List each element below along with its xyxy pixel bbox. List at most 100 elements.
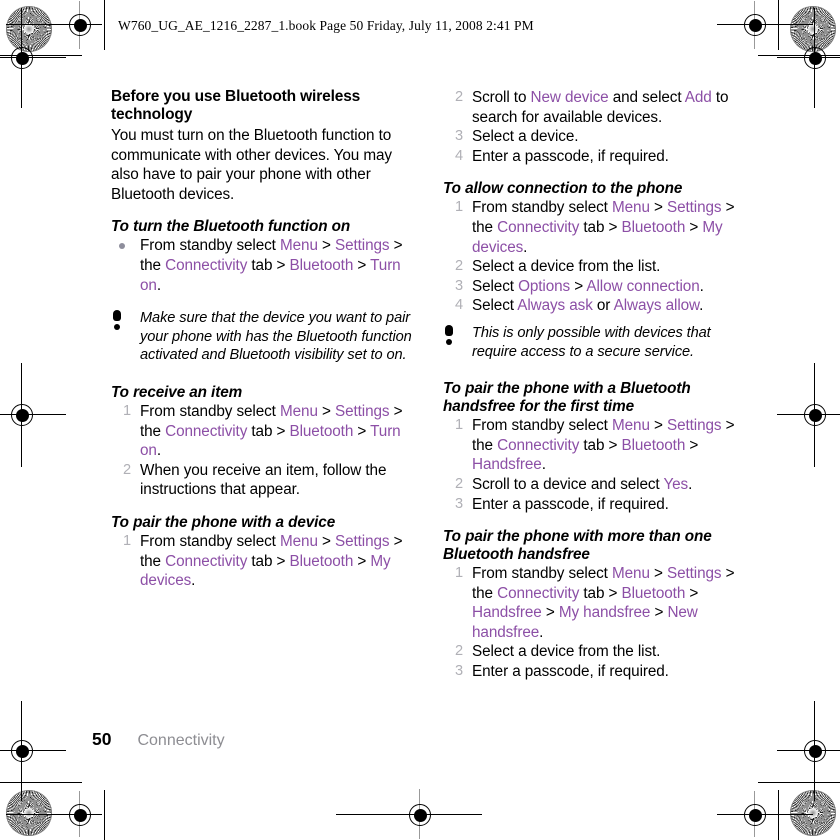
step-text: Select Options > Allow connection. bbox=[472, 278, 704, 295]
step-text: From standby select Menu > Settings > th… bbox=[140, 237, 403, 294]
list-item: 2 Scroll to New device and select Add to … bbox=[443, 88, 746, 127]
menu-path-link: Connectivity bbox=[165, 422, 248, 440]
menu-path-link: Connectivity bbox=[497, 436, 580, 454]
footer-chapter-name: Connectivity bbox=[137, 732, 225, 749]
procedure-title-pair-multi-handsfree: To pair the phone with more than one Blu… bbox=[443, 528, 712, 564]
list-item: 3 Select a device. bbox=[443, 127, 746, 147]
step-number: 4 bbox=[454, 297, 463, 314]
steps-turn-on: From standby select Menu > Settings > th… bbox=[111, 236, 414, 295]
step-number: 3 bbox=[454, 277, 463, 294]
menu-path-link: Settings bbox=[335, 402, 390, 420]
step-text: Enter a passcode, if required. bbox=[472, 496, 669, 513]
list-item: 1 From standby select Menu > Settings > t… bbox=[443, 564, 746, 642]
menu-path-link: Menu bbox=[611, 565, 650, 583]
step-text: Select a device from the list. bbox=[472, 258, 660, 275]
plain-text: . bbox=[156, 276, 161, 294]
plain-text: > bbox=[649, 417, 667, 435]
plain-text: . bbox=[541, 456, 546, 474]
plain-text: From standby select bbox=[472, 199, 612, 217]
step-text: Enter a passcode, if required. bbox=[472, 148, 669, 165]
menu-path-link: Connectivity bbox=[165, 256, 248, 274]
list-item: 2 When you receive an item, follow the in… bbox=[111, 461, 414, 500]
plain-text: > bbox=[541, 604, 559, 622]
plain-text: > bbox=[317, 532, 335, 550]
menu-path-link: My handsfree bbox=[558, 604, 651, 622]
step-text: From standby select Menu > Settings > th… bbox=[140, 532, 403, 590]
menu-path-link: Menu bbox=[279, 402, 318, 420]
menu-path-link: Bluetooth bbox=[621, 584, 686, 602]
steps-receive-item: 1 From standby select Menu > Settings > t… bbox=[111, 402, 414, 500]
list-item: 3 Select Options > Allow connection. bbox=[443, 277, 746, 297]
step-text: When you receive an item, follow the ins… bbox=[140, 462, 386, 499]
menu-path-link: Settings bbox=[667, 565, 722, 583]
step-text: From standby select Menu > Settings > th… bbox=[472, 199, 735, 255]
plain-text: > bbox=[685, 218, 703, 236]
steps-pair-multi-handsfree: 1 From standby select Menu > Settings > t… bbox=[443, 564, 746, 682]
plain-text: > bbox=[650, 604, 668, 622]
plain-text: From standby select bbox=[140, 402, 280, 420]
menu-path-link: Settings bbox=[667, 199, 722, 217]
page-footer: 50 Connectivity bbox=[92, 729, 225, 750]
plain-text: or bbox=[592, 297, 614, 315]
menu-path-link: Always ask bbox=[517, 297, 593, 315]
step-text: Select a device. bbox=[472, 128, 578, 145]
menu-path-link: Yes bbox=[663, 475, 689, 493]
menu-path-link: Settings bbox=[667, 417, 722, 435]
step-text: From standby select Menu > Settings > th… bbox=[140, 402, 403, 460]
plain-text: > bbox=[685, 584, 699, 602]
steps-pair-handsfree: 1 From standby select Menu > Settings > t… bbox=[443, 416, 746, 514]
right-column: 2 Scroll to New device and select Add to … bbox=[443, 88, 746, 682]
plain-text: . bbox=[688, 475, 693, 493]
menu-path-link: Menu bbox=[611, 417, 650, 435]
bullet-icon bbox=[119, 243, 125, 250]
menu-path-link: Bluetooth bbox=[621, 218, 686, 236]
menu-path-link: Always allow bbox=[613, 297, 700, 315]
step-number: 2 bbox=[454, 89, 463, 105]
menu-path-link: Menu bbox=[279, 532, 318, 550]
note-block-pair-requirements: Make sure that the device you want to pa… bbox=[111, 309, 414, 365]
menu-path-link: Options bbox=[518, 277, 571, 295]
plain-text: tab > bbox=[579, 218, 622, 236]
menu-path-link: Bluetooth bbox=[289, 422, 354, 440]
menu-path-link: New device bbox=[530, 89, 609, 106]
menu-path-link: Bluetooth bbox=[289, 552, 354, 570]
plain-text: From standby select bbox=[472, 565, 612, 583]
step-number: 3 bbox=[454, 495, 463, 512]
plain-text: . bbox=[539, 623, 544, 641]
menu-path-link: Handsfree bbox=[472, 456, 542, 474]
menu-path-link: Handsfree bbox=[472, 604, 542, 622]
step-text: Select a device from the list. bbox=[472, 643, 660, 660]
plain-text: > bbox=[353, 256, 371, 274]
plain-text: . bbox=[191, 572, 196, 590]
plain-text: tab > bbox=[579, 584, 622, 602]
steps-pair-device: 1 From standby select Menu > Settings > t… bbox=[111, 532, 414, 591]
list-item: 1 From standby select Menu > Settings > t… bbox=[111, 532, 414, 591]
step-number: 1 bbox=[454, 417, 463, 434]
step-number: 2 bbox=[122, 461, 131, 478]
plain-text: From standby select bbox=[140, 532, 280, 550]
intro-paragraph: You must turn on the Bluetooth function … bbox=[111, 127, 392, 203]
step-number: 1 bbox=[454, 565, 463, 582]
note-block-secure-service: This is only possible with devices that … bbox=[443, 324, 746, 361]
menu-path-link: Allow connection bbox=[586, 277, 700, 295]
step-number: 1 bbox=[454, 199, 463, 216]
plain-text: tab > bbox=[247, 422, 290, 440]
plain-text: > bbox=[353, 552, 371, 570]
plain-text: From standby select bbox=[472, 417, 612, 435]
step-number: 2 bbox=[454, 643, 463, 660]
note-text: This is only possible with devices that … bbox=[472, 324, 711, 360]
steps-allow-connection: 1 From standby select Menu > Settings > t… bbox=[443, 198, 746, 316]
step-text: Select Always ask or Always allow. bbox=[472, 297, 703, 314]
plain-text: . bbox=[156, 442, 161, 460]
plain-text: > bbox=[649, 565, 667, 583]
step-number: 3 bbox=[454, 663, 463, 680]
step-number: 1 bbox=[122, 402, 131, 419]
list-item: 3 Enter a passcode, if required. bbox=[443, 662, 746, 682]
plain-text: Enter a passcode, if required. bbox=[472, 495, 669, 513]
step-text: Scroll to New device and select Add to s… bbox=[472, 89, 729, 126]
